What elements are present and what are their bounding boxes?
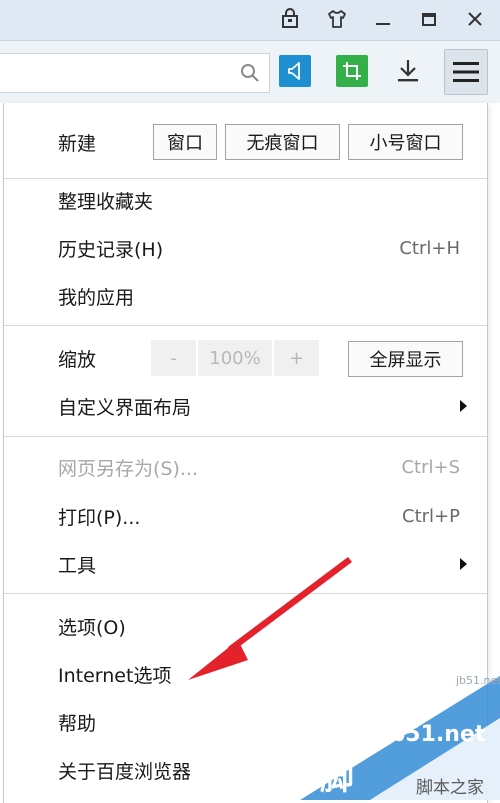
watermark-char: 脚 xyxy=(320,758,354,798)
watermark-domain-top: jb51.net xyxy=(456,676,500,687)
watermark: jb51.net jb51.net 脚 脚本之家 xyxy=(300,676,500,800)
watermark-brand: 脚本之家 xyxy=(416,778,484,798)
watermark-domain: jb51.net xyxy=(382,722,486,747)
